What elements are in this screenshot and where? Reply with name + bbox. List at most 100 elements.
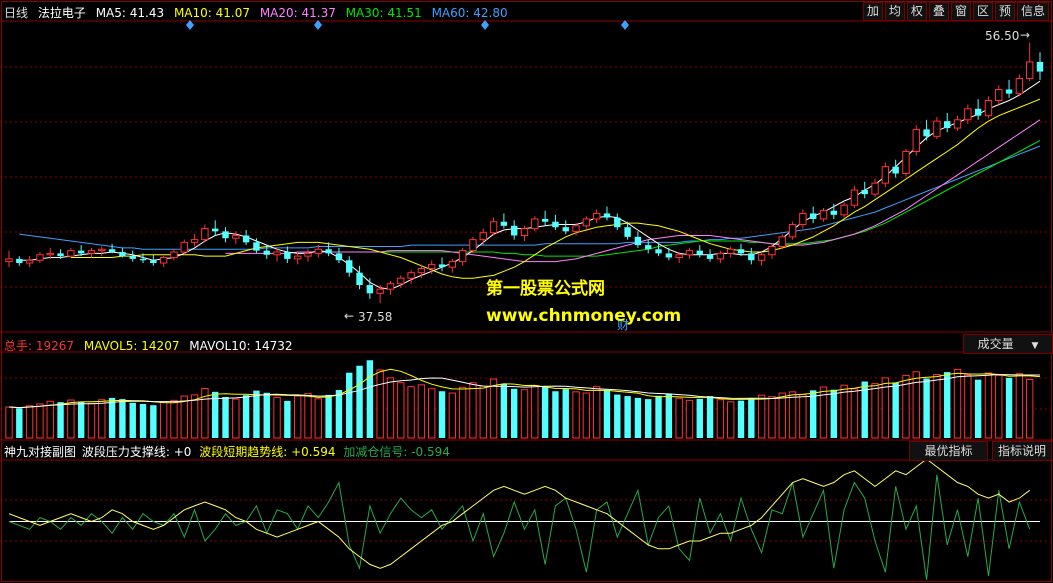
candle-body — [582, 218, 591, 227]
candle-body — [284, 252, 291, 259]
candle-body — [376, 288, 384, 294]
candle — [407, 269, 415, 284]
volume-bar — [953, 368, 962, 439]
candle-body — [479, 232, 487, 241]
candle-body — [397, 277, 405, 285]
volume-bar — [150, 405, 157, 438]
candle-body — [881, 166, 890, 184]
volume-bar — [428, 388, 436, 439]
volume-bar — [36, 403, 44, 439]
candle-body — [757, 254, 766, 261]
candle-body — [614, 217, 621, 228]
candle-body — [520, 228, 529, 236]
candle-body — [645, 245, 652, 250]
candle-body — [562, 227, 569, 232]
candle-body — [356, 272, 363, 286]
volume-bar — [314, 398, 322, 439]
indicator-support: 波段压力支撑线: +0 — [81, 445, 192, 459]
volume-bar — [510, 388, 518, 438]
ma20-label: MA20: 41.37 — [259, 6, 336, 20]
volume-select[interactable]: 成交量 ▼ — [963, 334, 1053, 354]
candle-body — [1015, 77, 1024, 95]
ma30-label: MA30: 41.51 — [345, 6, 422, 20]
candle-body — [201, 228, 209, 241]
volume-bar — [16, 408, 23, 438]
candle-body — [98, 248, 106, 252]
volume-bar — [284, 400, 291, 438]
volume-bar — [273, 396, 281, 439]
volume-bar — [479, 385, 487, 439]
indicator-help-button[interactable]: 指标说明 — [992, 441, 1052, 461]
candle — [5, 250, 13, 268]
toolbar-avg-button[interactable]: 均 — [884, 2, 905, 21]
candle — [212, 220, 219, 236]
candle-body — [1025, 61, 1034, 79]
candle — [614, 213, 621, 230]
volume-bar — [57, 402, 64, 438]
toolbar-forecast-button[interactable]: 预 — [994, 2, 1015, 21]
candle-body — [222, 231, 229, 239]
volume-bar — [397, 382, 405, 439]
candle — [479, 228, 487, 246]
candle-body — [974, 108, 982, 116]
volume-bar — [531, 384, 539, 439]
indicator-header: 神九对接副图 波段压力支撑线: +0 波段短期趋势线: +0.594 加减仓信号… — [4, 443, 456, 460]
candle — [98, 246, 106, 257]
toolbar-rights-button[interactable]: 权 — [906, 2, 927, 21]
toolbar-window-button[interactable]: 窗 — [950, 2, 971, 21]
candle — [87, 247, 96, 258]
candle — [346, 256, 353, 277]
toolbar-range-button[interactable]: 区 — [972, 2, 993, 21]
volume-bar — [727, 401, 735, 439]
candle — [201, 224, 209, 243]
volume-bar — [346, 372, 353, 438]
candle-body — [242, 235, 250, 243]
best-indicator-button[interactable]: 最优指标 — [909, 441, 988, 461]
candle — [541, 210, 549, 226]
candle — [861, 181, 868, 199]
candle — [222, 227, 229, 243]
volume-bar — [778, 392, 786, 439]
candle — [819, 207, 828, 222]
volume-bar — [995, 374, 1003, 439]
volume-bar — [675, 397, 683, 439]
candle-body — [150, 260, 157, 264]
candle-body — [840, 204, 848, 216]
candle-body — [1036, 61, 1044, 72]
candle-body — [16, 258, 23, 264]
volume-bar — [129, 402, 136, 438]
volume-bar — [263, 392, 270, 438]
volume-bar — [139, 403, 147, 438]
volume-bar — [809, 390, 817, 438]
candle — [469, 236, 477, 254]
toolbar-add-button[interactable]: 加 — [862, 2, 883, 21]
volume-bar — [87, 402, 96, 439]
volume-bar — [850, 388, 859, 439]
ma10-label: MA10: 41.07 — [173, 6, 250, 20]
candle — [562, 220, 569, 235]
toolbar-info-button[interactable]: 信息 — [1016, 2, 1049, 21]
volume-bar — [541, 386, 549, 438]
volume-bar — [500, 383, 508, 438]
candle-body — [232, 234, 240, 239]
ma60-label: MA60: 42.80 — [431, 6, 508, 20]
candle-body — [129, 256, 136, 259]
candle-body — [273, 251, 281, 256]
volume-bar — [448, 392, 457, 439]
candle-body — [944, 121, 951, 129]
candle — [36, 252, 44, 264]
ma10-line — [70, 98, 1041, 279]
candle-body — [788, 223, 797, 238]
candle-body — [407, 272, 415, 279]
volume-bar — [119, 399, 126, 438]
candle-body — [190, 239, 199, 243]
toolbar-overlay-button[interactable]: 叠 — [928, 2, 949, 21]
candle — [923, 119, 930, 141]
candle-body — [325, 249, 332, 254]
volume-bar — [520, 389, 529, 439]
candle — [520, 225, 529, 241]
candle-body — [892, 166, 899, 174]
candle — [716, 250, 725, 264]
volume-bar — [304, 393, 312, 439]
candle — [727, 246, 735, 258]
